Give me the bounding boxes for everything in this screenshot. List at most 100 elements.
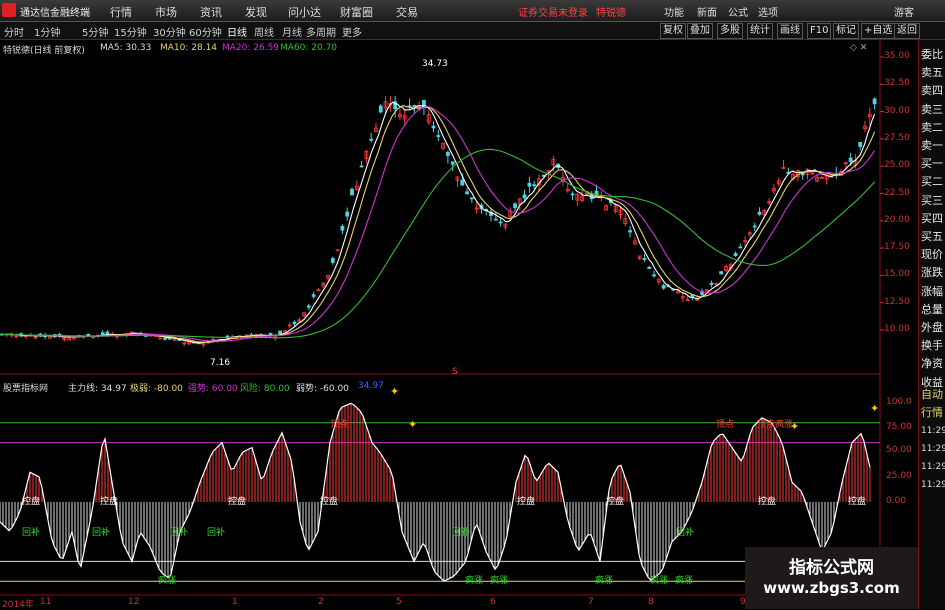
low-price-label: 7.16 (210, 358, 231, 368)
menu-item-ask[interactable]: 问小达 (288, 4, 321, 20)
period-30min[interactable]: 30分钟 (153, 24, 186, 39)
side-panel-item[interactable]: 买三 (921, 192, 943, 208)
menu-item-wealth[interactable]: 财富圈 (340, 4, 373, 20)
candle-body (752, 225, 757, 228)
indicator-axis-label: 0.00 (886, 496, 907, 506)
candle-body (642, 258, 647, 260)
indicator-axis-label: 25.00 (886, 471, 912, 481)
legend-ma60: MA60: 20.70 (280, 43, 338, 53)
tool-mark[interactable]: 标记 (833, 23, 859, 39)
tool-draw[interactable]: 画线 (777, 23, 803, 39)
side-panel-item[interactable]: 买四 (921, 210, 943, 226)
period-more[interactable]: 更多 (342, 24, 362, 39)
side-panel-item[interactable]: 委比 (921, 46, 943, 62)
side-panel-item[interactable]: 现价 (921, 246, 943, 262)
tool-add-favorite[interactable]: +自选 (861, 23, 896, 39)
side-panel-item[interactable]: 买一 (921, 155, 943, 171)
indicator-signal-label: 回补 (207, 528, 226, 538)
side-panel-item[interactable]: 卖三 (921, 101, 943, 117)
date-axis-label: 2014年 (2, 600, 34, 610)
chart-expand-icon[interactable]: ◇ ✕ (850, 43, 867, 53)
side-panel-mode[interactable]: 自动 (921, 386, 943, 402)
menu-item-quotes[interactable]: 行情 (110, 4, 132, 20)
indicator-signal-label: 疯涨 (158, 576, 177, 586)
chart-grid (0, 40, 884, 609)
tool-f10[interactable]: F10 (807, 23, 832, 39)
candle-body (330, 258, 335, 263)
legend-risk: 风险: 80.00 (240, 384, 290, 394)
period-60min[interactable]: 60分钟 (189, 24, 222, 39)
candle-body (292, 321, 297, 325)
period-intraday[interactable]: 分时 (4, 24, 24, 39)
side-panel-item[interactable]: 涨幅 (921, 283, 943, 299)
main-chart-title: 特锐德(日线 前复权) (3, 46, 85, 56)
tool-restore-right[interactable]: 复权 (660, 23, 686, 39)
login-warning[interactable]: 证券交易未登录 (518, 4, 588, 19)
candle-body (493, 218, 498, 221)
candle-body (709, 282, 714, 285)
candle-body (522, 194, 527, 199)
menu-item-trade[interactable]: 交易 (396, 4, 418, 20)
ma20-line (1, 106, 876, 342)
kline-chart[interactable]: ✦✦ ✦✦ (0, 40, 918, 609)
price-axis-label: 17.50 (884, 242, 910, 253)
menu-item-discover[interactable]: 发现 (245, 4, 267, 20)
side-panel-item[interactable]: 外盘 (921, 319, 943, 335)
tool-multi-stock[interactable]: 多股 (717, 23, 743, 39)
side-panel-item[interactable]: 涨跌 (921, 264, 943, 280)
period-15min[interactable]: 15分钟 (114, 24, 147, 39)
candle-body (345, 211, 350, 217)
side-panel-item[interactable]: 总量 (921, 301, 943, 317)
candle-body (872, 98, 877, 105)
date-axis-label: 12 (128, 597, 140, 607)
menu-item-news[interactable]: 资讯 (200, 4, 222, 20)
price-axis-label: 32.50 (884, 78, 910, 89)
time-axis-label: 11:29 (921, 426, 945, 436)
date-axis-label: 2 (318, 597, 324, 607)
period-multi[interactable]: 多周期 (306, 24, 336, 39)
side-panel-item[interactable]: 买二 (921, 173, 943, 189)
side-panel-item[interactable]: 卖一 (921, 137, 943, 153)
indicator-signal-label: 回补 (452, 528, 471, 538)
menu-bar: 通达信金融终端 行情 市场 资讯 发现 问小达 财富圈 交易 证券交易未登录 特… (0, 0, 945, 22)
menu-item-market[interactable]: 市场 (155, 4, 177, 20)
candle-body (445, 151, 450, 156)
legend-extreme-weak: 极弱: -80.00 (130, 384, 183, 394)
period-1min[interactable]: 1分钟 (34, 24, 60, 39)
legend-ma10: MA10: 28.14 (160, 43, 218, 53)
side-panel-item[interactable]: 买五 (921, 228, 943, 244)
candle-body (652, 274, 656, 277)
date-axis-label: 5 (396, 597, 402, 607)
period-weekly[interactable]: 周线 (254, 24, 274, 39)
side-panel-item[interactable]: 卖二 (921, 119, 943, 135)
tool-statistics[interactable]: 统计 (747, 23, 773, 39)
indicator-signal-label: 回补 (170, 528, 189, 538)
menu-function[interactable]: 功能 (664, 4, 684, 19)
watermark-title: 指标公式网 (789, 558, 874, 578)
candle-body (661, 285, 666, 289)
period-monthly[interactable]: 月线 (282, 24, 302, 39)
app-logo-icon (2, 3, 16, 17)
side-panel-item[interactable]: 换手 (921, 337, 943, 353)
price-axis-label: 20.00 (884, 214, 910, 225)
price-axis-label: 10.00 (884, 324, 910, 334)
menu-formula[interactable]: 公式 (728, 4, 748, 19)
candle-body (163, 337, 167, 340)
price-axis-label: 35.00 (884, 51, 910, 61)
candle-body (436, 135, 441, 137)
date-axis-label: 1 (232, 597, 238, 607)
period-bar: 分时 1分钟 5分钟 15分钟 30分钟 60分钟 日线 周线 月线 多周期 更… (0, 22, 945, 40)
tool-overlay[interactable]: 叠加 (687, 23, 713, 39)
side-panel-item[interactable]: 卖五 (921, 64, 943, 80)
side-panel-item[interactable]: 净资 (921, 355, 943, 371)
menu-new-layout[interactable]: 新面 (697, 4, 717, 19)
period-daily[interactable]: 日线 (227, 24, 247, 39)
side-panel-mode[interactable]: 行情 (921, 404, 943, 420)
menu-options[interactable]: 选项 (758, 4, 778, 19)
period-5min[interactable]: 5分钟 (82, 24, 108, 39)
side-panel-item[interactable]: 卖四 (921, 82, 943, 98)
tool-back[interactable]: 返回 (894, 23, 920, 39)
stock-name: 特锐德 (596, 8, 626, 19)
candle-body (450, 161, 455, 165)
user-guest[interactable]: 游客 (894, 4, 914, 19)
